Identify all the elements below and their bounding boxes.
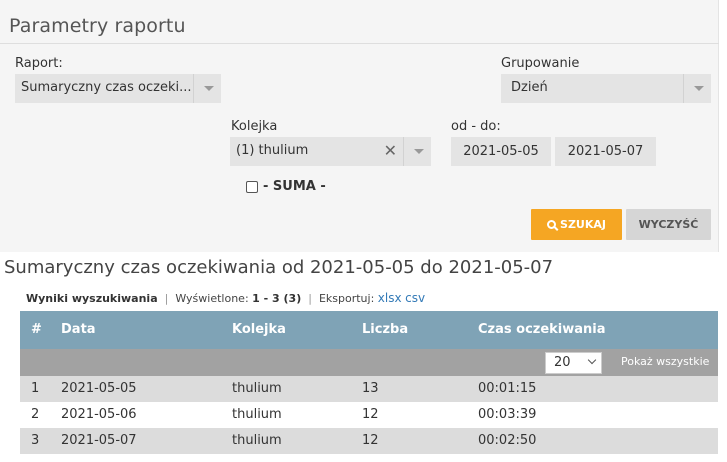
table-header: # Data Kolejka Liczba Czas oczekiwania (20, 311, 718, 349)
report-select-value: Sumaryczny czas oczeki... (21, 80, 192, 95)
cell-date: 2021-05-07 (61, 433, 137, 448)
cell-date: 2021-05-05 (61, 381, 137, 396)
chevron-down-icon (204, 86, 214, 91)
close-icon[interactable]: ✕ (384, 141, 397, 160)
column-header-date[interactable]: Data (61, 322, 96, 337)
date-to-input[interactable]: 2021-05-07 (555, 137, 656, 166)
cell-count: 13 (362, 381, 379, 396)
report-parameters-panel: Parametry raportu Raport: Sumaryczny cza… (0, 0, 719, 252)
queue-select[interactable]: (1) thulium ✕ (230, 137, 431, 166)
grouping-label: Grupowanie (501, 56, 580, 71)
table-row: 2 2021-05-06 thulium 12 00:03:39 (20, 402, 718, 428)
search-button[interactable]: SZUKAJ (531, 209, 622, 240)
sum-checkbox-label: - SUMA - (263, 179, 326, 194)
cell-count: 12 (362, 433, 379, 448)
cell-wait-time: 00:01:15 (478, 381, 537, 396)
date-from-input[interactable]: 2021-05-05 (451, 137, 551, 166)
show-all-link[interactable]: Pokaż wszystkie (621, 355, 709, 368)
separator: | (308, 292, 312, 305)
search-button-label: SZUKAJ (560, 218, 606, 231)
shown-value: 1 - 3 (3) (252, 292, 302, 305)
search-icon (547, 220, 557, 229)
report-label: Raport: (15, 56, 63, 71)
report-select-toggle[interactable] (193, 74, 221, 103)
export-label: Eksportuj: (318, 292, 375, 305)
queue-select-toggle[interactable] (403, 137, 431, 166)
report-select[interactable]: Sumaryczny czas oczeki... (15, 74, 221, 103)
per-page-select[interactable]: 20 (545, 352, 602, 374)
cell-queue: thulium (232, 433, 282, 448)
cell-queue: thulium (232, 381, 282, 396)
grouping-select[interactable]: Dzień (501, 74, 711, 103)
cell-wait-time: 00:03:39 (478, 407, 537, 422)
table-row: 1 2021-05-05 thulium 13 00:01:15 (20, 376, 718, 402)
cell-queue: thulium (232, 407, 282, 422)
cell-count: 12 (362, 407, 379, 422)
chevron-down-icon (587, 355, 597, 365)
column-header-wait-time[interactable]: Czas oczekiwania (478, 322, 606, 337)
grouping-select-toggle[interactable] (683, 74, 711, 103)
chevron-down-icon (414, 149, 424, 154)
daterange-label: od - do: (451, 119, 501, 134)
panel-divider (0, 43, 719, 44)
per-page-value: 20 (554, 355, 571, 370)
panel-title: Parametry raportu (9, 15, 186, 37)
cell-number: 1 (31, 381, 40, 396)
sum-option: - SUMA - (246, 179, 326, 194)
cell-number: 2 (31, 407, 40, 422)
cell-wait-time: 00:02:50 (478, 433, 537, 448)
table-toolbar: 20 Pokaż wszystkie (20, 349, 718, 376)
column-header-number[interactable]: # (31, 322, 42, 337)
results-meta: Wyniki wyszukiwania | Wyświetlone: 1 - 3 (… (26, 291, 425, 305)
grouping-select-value: Dzień (511, 80, 548, 95)
queue-select-value: (1) thulium (236, 143, 309, 158)
clear-button[interactable]: WYCZYŚĆ (626, 209, 711, 240)
results-heading: Wyniki wyszukiwania (26, 292, 158, 305)
sum-checkbox[interactable] (246, 180, 258, 193)
column-header-queue[interactable]: Kolejka (232, 322, 286, 337)
cell-number: 3 (31, 433, 40, 448)
results-title: Sumaryczny czas oczekiwania od 2021-05-0… (4, 257, 554, 278)
column-header-count[interactable]: Liczba (362, 322, 408, 337)
export-csv-link[interactable]: csv (405, 291, 425, 305)
table-row: 3 2021-05-07 thulium 12 00:02:50 (20, 428, 718, 454)
chevron-down-icon (694, 86, 704, 91)
cell-date: 2021-05-06 (61, 407, 137, 422)
queue-label: Kolejka (231, 119, 278, 134)
export-xlsx-link[interactable]: xlsx (378, 291, 402, 305)
shown-label: Wyświetlone: (175, 292, 249, 305)
separator: | (164, 292, 169, 305)
results-table: # Data Kolejka Liczba Czas oczekiwania 2… (20, 311, 718, 454)
